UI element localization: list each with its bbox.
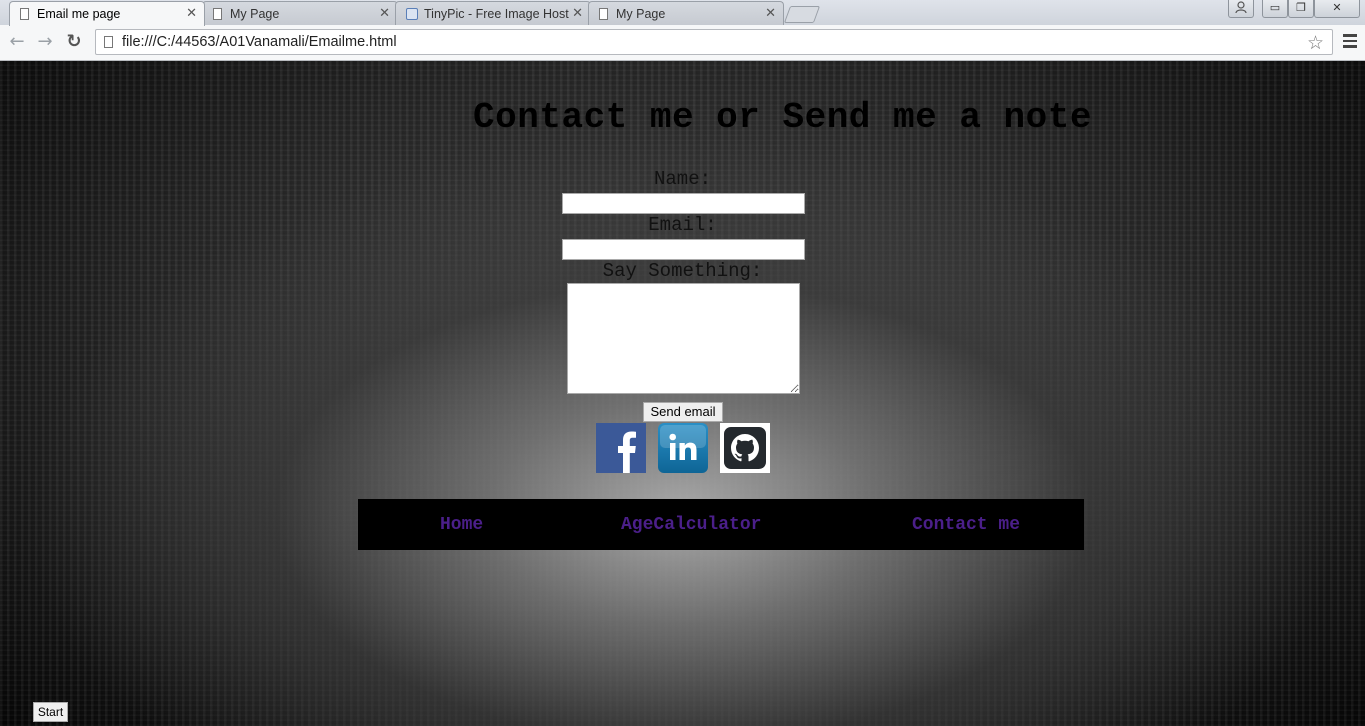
tab-title: My Page [230, 6, 280, 21]
page-viewport: Contact me or Send me a note Name: Email… [0, 61, 1365, 726]
close-window-button[interactable]: ✕ [1314, 0, 1360, 18]
menu-icon[interactable] [1343, 34, 1357, 50]
message-field[interactable] [567, 283, 800, 394]
page-icon [213, 7, 222, 20]
nav-agecalculator-link[interactable]: AgeCalculator [621, 515, 761, 535]
profile-button[interactable] [1228, 0, 1254, 18]
tab-close-icon[interactable]: ✕ [186, 6, 197, 21]
email-label: Email: [648, 214, 717, 236]
tab-title: Email me page [37, 7, 121, 21]
file-icon [104, 36, 113, 48]
back-icon[interactable]: ← [6, 31, 28, 53]
address-bar[interactable]: file:///C:/44563/A01Vanamali/Emailme.htm… [95, 29, 1333, 55]
minimize-button[interactable]: ▭ [1262, 0, 1288, 18]
reload-icon[interactable]: ↻ [63, 31, 85, 53]
browser-toolbar: ← → ↻ file:///C:/44563/A01Vanamali/Email… [0, 25, 1365, 61]
page-title: Contact me or Send me a note [473, 97, 1092, 138]
bookmark-star-icon[interactable]: ☆ [1307, 32, 1324, 54]
facebook-link[interactable] [596, 423, 646, 473]
tab-title: TinyPic - Free Image Host [424, 6, 569, 21]
restore-button[interactable]: ❐ [1288, 0, 1314, 18]
user-icon [1235, 1, 1247, 14]
page-icon [20, 8, 29, 20]
github-icon [724, 427, 766, 469]
linkedin-link[interactable] [658, 423, 708, 473]
tab-tinypic[interactable]: TinyPic - Free Image Host ✕ [395, 1, 591, 25]
tab-close-icon[interactable]: ✕ [379, 6, 390, 21]
github-link[interactable] [720, 423, 770, 473]
page-icon [599, 7, 608, 20]
email-field[interactable] [562, 239, 805, 260]
facebook-icon [618, 431, 636, 473]
tinypic-icon [406, 7, 418, 20]
tab-my-page-2[interactable]: My Page ✕ [588, 1, 784, 25]
tab-close-icon[interactable]: ✕ [765, 6, 776, 21]
tab-my-page[interactable]: My Page ✕ [202, 1, 398, 25]
new-tab-button[interactable] [783, 6, 821, 23]
tab-strip: Email me page ✕ My Page ✕ TinyPic - Free… [0, 0, 1365, 26]
message-label: Say Something: [602, 260, 763, 282]
tab-title: My Page [616, 6, 666, 21]
start-button[interactable]: Start [33, 702, 68, 722]
name-label: Name: [653, 168, 711, 190]
tab-email-me-page[interactable]: Email me page ✕ [9, 1, 205, 26]
forward-icon[interactable]: → [34, 31, 56, 53]
nav-home-link[interactable]: Home [440, 515, 483, 535]
url-text: file:///C:/44563/A01Vanamali/Emailme.htm… [122, 34, 397, 50]
linkedin-icon [660, 425, 706, 460]
tab-close-icon[interactable]: ✕ [572, 6, 583, 21]
send-email-button[interactable]: Send email [643, 402, 723, 422]
nav-contact-me-link[interactable]: Contact me [912, 515, 1020, 535]
site-nav: Home AgeCalculator Contact me [358, 499, 1084, 550]
name-field[interactable] [562, 193, 805, 214]
